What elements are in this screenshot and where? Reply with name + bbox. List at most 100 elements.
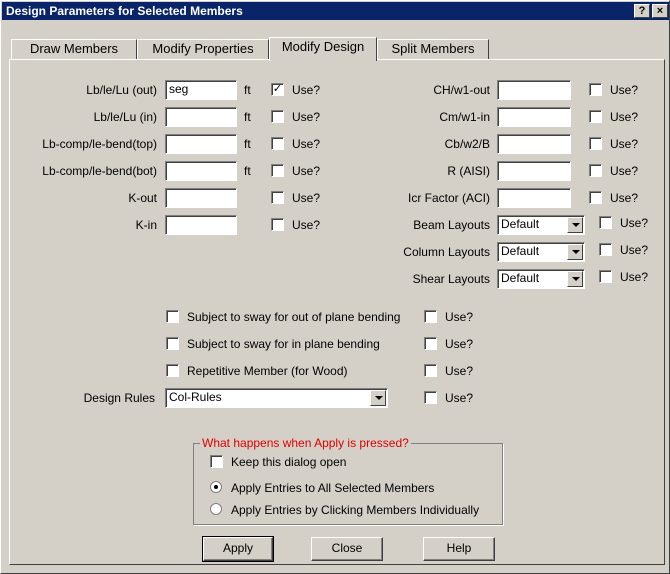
title-bar: Design Parameters for Selected Members ?…	[2, 2, 669, 20]
lb-out-use-label: Use?	[292, 83, 321, 97]
sway-out-plane-use-checkbox[interactable]	[424, 310, 437, 323]
help-button[interactable]: Help	[423, 537, 495, 561]
cm-w1-in-label: Cm/w1-in	[439, 110, 490, 124]
repetitive-member-use-checkbox[interactable]	[424, 364, 437, 377]
cm-w1-in-use-checkbox[interactable]	[589, 110, 602, 123]
beam-layouts-select[interactable]: Default	[497, 215, 585, 235]
apply-by-clicking-radio[interactable]	[210, 503, 222, 515]
k-out-input[interactable]	[165, 188, 237, 208]
lb-comp-bot-input[interactable]	[165, 161, 237, 181]
shear-layouts-label: Shear Layouts	[412, 272, 490, 286]
k-in-use-label: Use?	[292, 218, 321, 232]
apply-by-clicking-label: Apply Entries by Clicking Members Indivi…	[231, 503, 480, 517]
lb-comp-bot-use-label: Use?	[292, 164, 321, 178]
apply-all-selected-radio[interactable]	[210, 481, 222, 493]
apply-button[interactable]: Apply	[202, 536, 274, 562]
shear-layouts-select[interactable]: Default	[497, 269, 585, 289]
cb-w2-b-use-label: Use?	[610, 137, 639, 151]
lb-in-unit: ft	[244, 110, 251, 124]
sway-out-plane-checkbox[interactable]	[166, 310, 179, 323]
beam-layouts-label: Beam Layouts	[413, 218, 490, 232]
ch-w1-out-use-label: Use?	[610, 83, 639, 97]
design-rules-label: Design Rules	[83, 391, 155, 405]
cb-w2-b-input[interactable]	[497, 134, 571, 154]
chevron-down-icon[interactable]	[567, 244, 583, 260]
chevron-down-icon[interactable]	[567, 271, 583, 287]
lb-in-label: Lb/le/Lu (in)	[93, 110, 157, 124]
column-layouts-use-checkbox[interactable]	[599, 243, 612, 256]
lb-comp-bot-unit: ft	[244, 164, 251, 178]
icr-factor-input[interactable]	[497, 188, 571, 208]
beam-layouts-use-checkbox[interactable]	[599, 216, 612, 229]
column-layouts-label: Column Layouts	[403, 245, 490, 259]
column-layouts-select[interactable]: Default	[497, 242, 585, 262]
tab-draw-members[interactable]: Draw Members	[11, 39, 137, 59]
lb-out-label: Lb/le/Lu (out)	[86, 83, 157, 97]
apply-all-selected-label: Apply Entries to All Selected Members	[231, 481, 435, 495]
shear-layouts-use-checkbox[interactable]	[599, 270, 612, 283]
chevron-down-icon[interactable]	[370, 390, 386, 406]
design-rules-value: Col-Rules	[169, 390, 222, 404]
lb-in-input[interactable]	[165, 107, 237, 127]
close-button[interactable]: Close	[311, 537, 383, 561]
column-layouts-value: Default	[501, 244, 540, 258]
lb-in-use-label: Use?	[292, 110, 321, 124]
tab-modify-properties[interactable]: Modify Properties	[137, 39, 269, 59]
sway-out-plane-use-label: Use?	[445, 310, 474, 324]
r-aisi-use-checkbox[interactable]	[589, 164, 602, 177]
keep-dialog-open-checkbox[interactable]	[210, 455, 223, 468]
tab-split-members[interactable]: Split Members	[377, 39, 489, 59]
lb-comp-bot-use-checkbox[interactable]	[271, 164, 284, 177]
sway-in-plane-use-checkbox[interactable]	[424, 337, 437, 350]
k-in-input[interactable]	[165, 215, 237, 235]
beam-layouts-value: Default	[501, 217, 540, 231]
lb-in-use-checkbox[interactable]	[271, 110, 284, 123]
k-out-use-label: Use?	[292, 191, 321, 205]
shear-layouts-value: Default	[501, 271, 540, 285]
k-out-use-checkbox[interactable]	[271, 191, 284, 204]
k-in-use-checkbox[interactable]	[271, 218, 284, 231]
beam-layouts-use-label: Use?	[620, 216, 649, 230]
r-aisi-use-label: Use?	[610, 164, 639, 178]
column-layouts-use-label: Use?	[620, 243, 649, 257]
r-aisi-label: R (AISI)	[447, 164, 490, 178]
k-in-label: K-in	[135, 218, 157, 232]
cm-w1-in-input[interactable]	[497, 107, 571, 127]
lb-out-use-checkbox[interactable]: ✓	[271, 83, 284, 96]
lb-out-unit: ft	[244, 83, 251, 97]
apply-behavior-group: What happens when Apply is pressed? Keep…	[193, 436, 503, 525]
close-x-icon[interactable]: ×	[652, 4, 668, 18]
design-rules-use-checkbox[interactable]	[424, 391, 437, 404]
repetitive-member-label: Repetitive Member (for Wood)	[187, 364, 348, 378]
tab-modify-design[interactable]: Modify Design	[269, 37, 377, 61]
icr-factor-use-checkbox[interactable]	[589, 191, 602, 204]
icr-factor-label: Icr Factor (ACI)	[407, 191, 490, 205]
design-parameters-dialog: Design Parameters for Selected Members ?…	[0, 0, 670, 574]
repetitive-member-use-label: Use?	[445, 364, 474, 378]
ch-w1-out-input[interactable]	[497, 80, 571, 100]
repetitive-member-checkbox[interactable]	[166, 364, 179, 377]
cb-w2-b-use-checkbox[interactable]	[589, 137, 602, 150]
r-aisi-input[interactable]	[497, 161, 571, 181]
lb-comp-top-use-checkbox[interactable]	[271, 137, 284, 150]
lb-comp-top-unit: ft	[244, 137, 251, 151]
design-rules-use-label: Use?	[445, 391, 474, 405]
icr-factor-use-label: Use?	[610, 191, 639, 205]
keep-dialog-open-label: Keep this dialog open	[231, 455, 347, 469]
lb-comp-bot-label: Lb-comp/le-bend(bot)	[42, 164, 157, 178]
k-out-label: K-out	[128, 191, 157, 205]
lb-comp-top-input[interactable]	[165, 134, 237, 154]
chevron-down-icon[interactable]	[567, 217, 583, 233]
shear-layouts-use-label: Use?	[620, 270, 649, 284]
cb-w2-b-label: Cb/w2/B	[444, 137, 490, 151]
sway-in-plane-checkbox[interactable]	[166, 337, 179, 350]
ch-w1-out-label: CH/w1-out	[433, 83, 490, 97]
sway-out-plane-label: Subject to sway for out of plane bending	[187, 310, 401, 324]
lb-comp-top-label: Lb-comp/le-bend(top)	[42, 137, 157, 151]
dialog-title: Design Parameters for Selected Members	[6, 4, 243, 18]
lb-out-input[interactable]: seg	[165, 80, 237, 100]
help-question-icon[interactable]: ?	[634, 4, 650, 18]
apply-behavior-legend: What happens when Apply is pressed?	[200, 436, 411, 450]
ch-w1-out-use-checkbox[interactable]	[589, 83, 602, 96]
design-rules-select[interactable]: Col-Rules	[165, 388, 388, 408]
